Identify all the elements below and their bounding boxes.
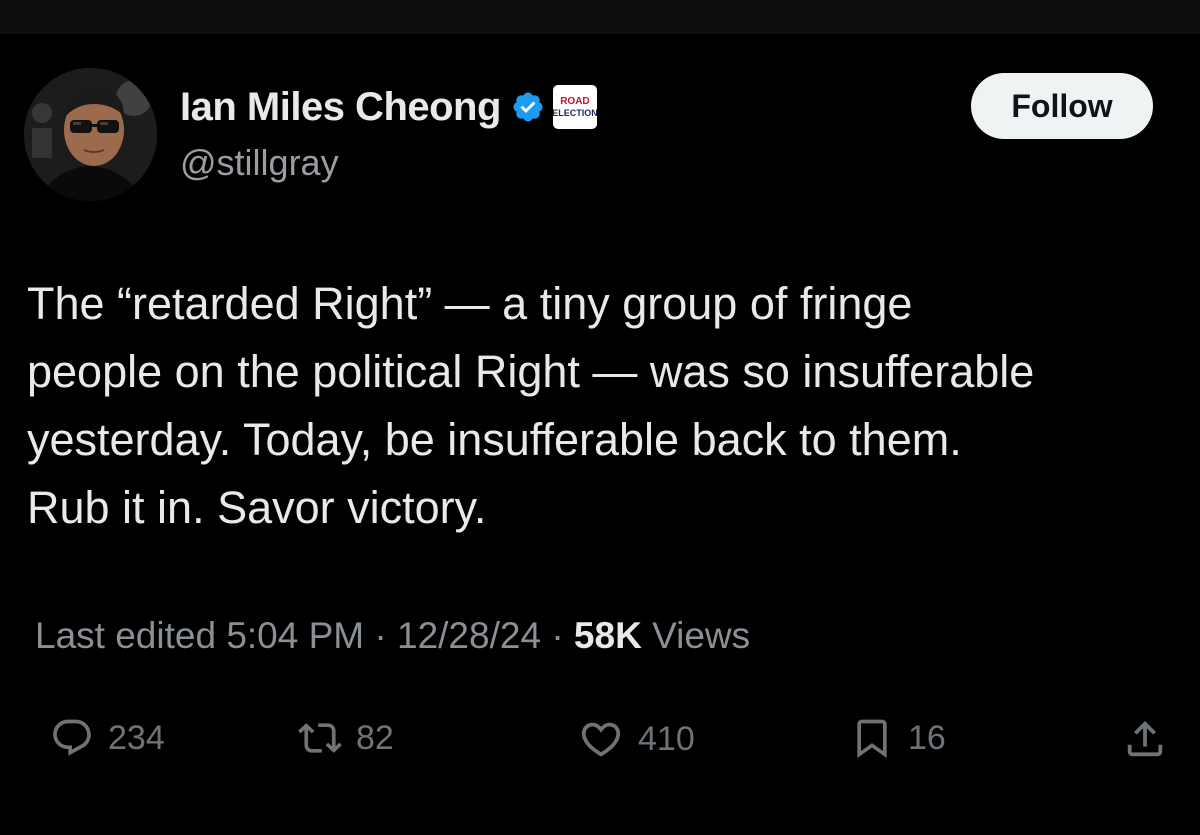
tweet-time[interactable]: 5:04 PM [226, 615, 364, 656]
repost-count: 82 [356, 718, 394, 757]
tweet-date[interactable]: 12/28/24 [397, 615, 541, 656]
meta-separator: · [551, 615, 564, 656]
author-handle[interactable]: @stillgray [180, 142, 339, 184]
edited-label[interactable]: Last edited [35, 615, 216, 656]
share-button[interactable] [1122, 716, 1168, 762]
avatar-photo [24, 68, 157, 201]
share-icon [1127, 720, 1163, 757]
author-name-row: Ian Miles Cheong ROAD ELECTION [180, 82, 598, 132]
like-button[interactable]: 410 [578, 716, 695, 762]
author-display-name[interactable]: Ian Miles Cheong [180, 85, 501, 130]
affiliation-badge-line1: ROAD [560, 95, 590, 107]
affiliation-badge-line2: ELECTION [552, 107, 598, 118]
action-bar: 234 82 410 16 [0, 706, 1200, 776]
top-bar [0, 0, 1200, 34]
reply-button[interactable]: 234 [50, 716, 165, 760]
reply-icon [53, 719, 91, 756]
bookmark-button[interactable]: 16 [850, 716, 946, 760]
views-label: Views [652, 615, 751, 656]
meta-separator: · [374, 615, 387, 656]
affiliation-badge[interactable]: ROAD ELECTION [552, 85, 598, 129]
bookmark-count: 16 [908, 718, 946, 757]
repost-button[interactable]: 82 [298, 716, 394, 760]
tweet-text: The “retarded Right” — a tiny group of f… [27, 278, 1035, 533]
bookmark-icon [857, 719, 887, 759]
follow-button[interactable]: Follow [971, 73, 1153, 139]
heart-icon [581, 722, 621, 757]
views-count: 58K [573, 615, 642, 656]
like-count: 410 [638, 719, 695, 758]
reply-count: 234 [108, 718, 165, 757]
repost-icon [298, 723, 342, 753]
verified-badge-icon[interactable] [511, 90, 545, 124]
tweet-meta: Last edited 5:04 PM · 12/28/24 · 58K Vie… [35, 615, 750, 657]
avatar[interactable] [24, 68, 157, 201]
